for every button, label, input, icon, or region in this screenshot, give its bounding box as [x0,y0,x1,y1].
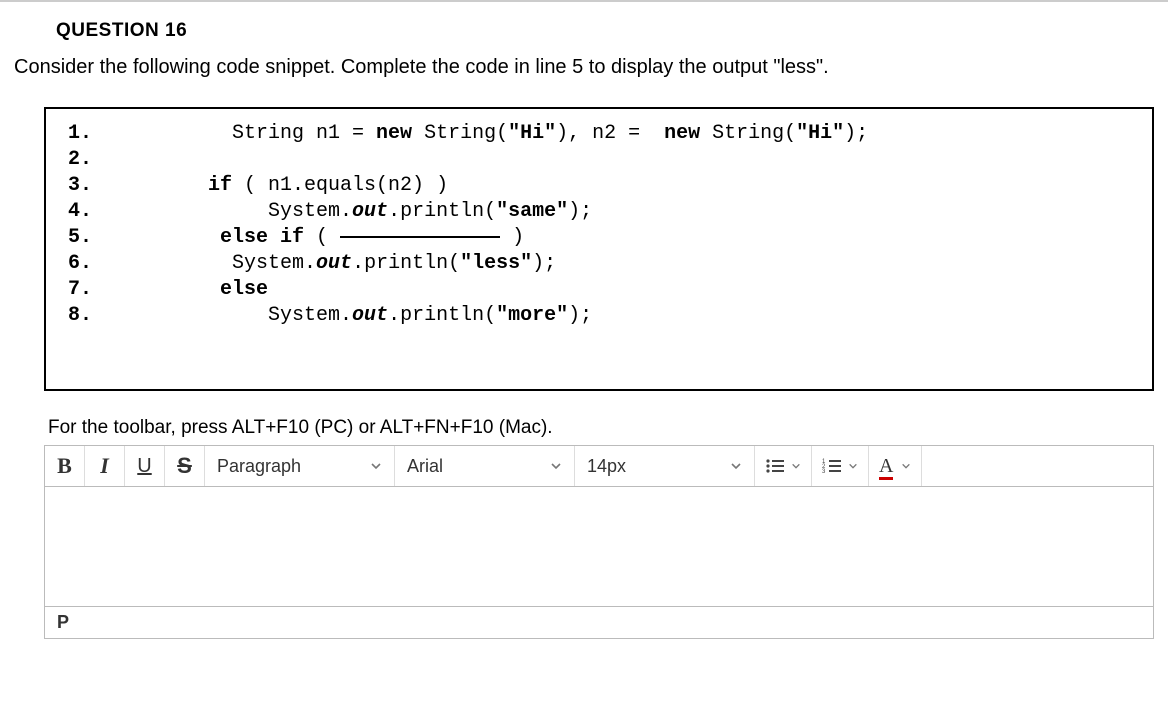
editor-statusbar: P [44,607,1154,639]
line-number: 4. [68,199,112,225]
code-snippet: 1. String n1 = new String("Hi"), n2 = ne… [44,107,1154,391]
line-number: 3. [68,173,112,199]
chevron-down-icon [791,461,801,471]
code-line: System.out.println("more"); [112,303,592,329]
code-line: String n1 = new String("Hi"), n2 = new S… [112,121,868,147]
line-number: 2. [68,147,112,173]
text-color-icon: A [879,455,893,478]
text-color-button[interactable]: A [869,446,922,486]
code-line: if ( n1.equals(n2) ) [112,173,448,199]
code-line: else [112,277,268,303]
question-page: QUESTION 16 Consider the following code … [0,0,1168,639]
code-line: System.out.println("same"); [112,199,592,225]
font-size-select[interactable]: 14px [575,446,755,486]
numbered-list-icon: 1 2 3 [822,458,842,474]
bullet-list-icon [765,458,785,474]
element-path: P [57,612,69,633]
chevron-down-icon [901,461,911,471]
chevron-down-icon [550,460,562,472]
underline-button[interactable]: U [125,446,165,486]
editor-toolbar: B I U S Paragraph Arial 14px [44,445,1154,487]
font-family-label: Arial [407,456,443,477]
chevron-down-icon [848,461,858,471]
code-line: else if ( ) [112,225,524,251]
line-number: 7. [68,277,112,303]
numbered-list-button[interactable]: 1 2 3 [812,446,869,486]
fill-blank [340,236,500,238]
svg-text:3: 3 [822,469,826,474]
question-heading: QUESTION 16 [0,2,1168,56]
block-format-label: Paragraph [217,456,301,477]
editor-content-area[interactable] [44,487,1154,607]
question-prompt: Consider the following code snippet. Com… [0,56,1168,107]
rich-text-editor: For the toolbar, press ALT+F10 (PC) or A… [44,417,1154,639]
font-size-label: 14px [587,456,626,477]
line-number: 8. [68,303,112,329]
code-line [112,147,124,173]
line-number: 6. [68,251,112,277]
block-format-select[interactable]: Paragraph [205,446,395,486]
code-line: System.out.println("less"); [112,251,556,277]
line-number: 5. [68,225,112,251]
font-family-select[interactable]: Arial [395,446,575,486]
chevron-down-icon [730,460,742,472]
chevron-down-icon [370,460,382,472]
line-number: 1. [68,121,112,147]
bold-button[interactable]: B [45,446,85,486]
italic-button[interactable]: I [85,446,125,486]
strikethrough-button[interactable]: S [165,446,205,486]
bullet-list-button[interactable] [755,446,812,486]
toolbar-help-text: For the toolbar, press ALT+F10 (PC) or A… [44,417,1154,445]
